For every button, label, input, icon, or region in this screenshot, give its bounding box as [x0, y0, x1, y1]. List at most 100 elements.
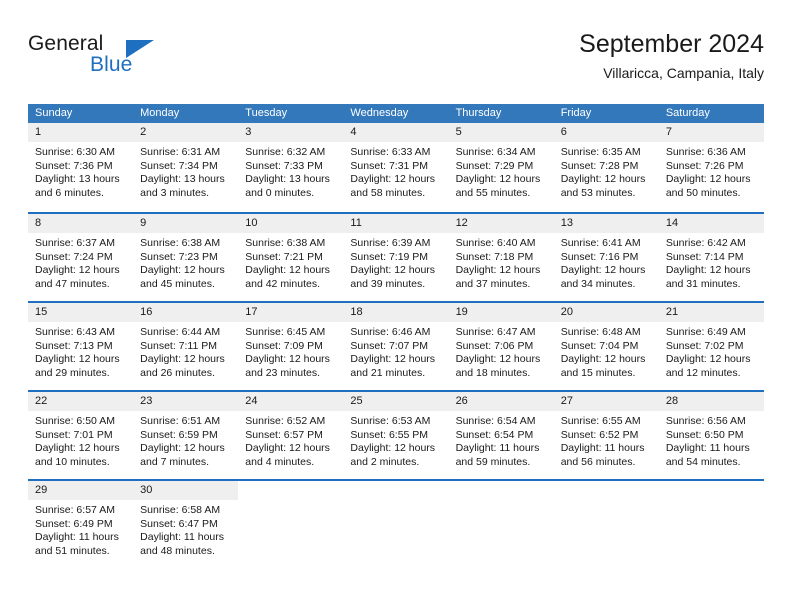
calendar-day-cell[interactable]: 27 Sunrise: 6:55 AM Sunset: 6:52 PM Dayl… [553, 392, 659, 479]
day-details: Sunrise: 6:34 AM Sunset: 7:29 PM Dayligh… [449, 142, 554, 200]
sunset-text: Sunset: 6:55 PM [350, 428, 429, 441]
calendar-day-cell[interactable]: 14 Sunrise: 6:42 AM Sunset: 7:14 PM Dayl… [658, 214, 764, 301]
day-number: 14 [665, 217, 679, 229]
daylight-text-line2: and 53 minutes. [560, 186, 636, 199]
sunrise-text: Sunrise: 6:39 AM [350, 237, 431, 249]
day-number: 21 [665, 306, 679, 318]
day-number: 10 [245, 217, 258, 229]
day-number: 3 [245, 126, 252, 138]
calendar-day-cell[interactable]: 3 Sunrise: 6:32 AM Sunset: 7:33 PM Dayli… [238, 123, 344, 212]
calendar-day-cell[interactable]: 2 Sunrise: 6:31 AM Sunset: 7:34 PM Dayli… [133, 123, 239, 212]
calendar-day-cell[interactable]: 29 Sunrise: 6:57 AM Sunset: 6:49 PM Dayl… [28, 481, 134, 568]
day-number-band: 20 [553, 303, 659, 322]
daylight-text-line2: and 39 minutes. [350, 277, 426, 290]
sunrise-text: Sunrise: 6:36 AM [665, 146, 746, 158]
day-details: Sunrise: 6:32 AM Sunset: 7:33 PM Dayligh… [238, 142, 343, 200]
calendar-day-cell[interactable]: 30 Sunrise: 6:58 AM Sunset: 6:47 PM Dayl… [133, 481, 239, 568]
calendar-day-cell[interactable]: 19 Sunrise: 6:47 AM Sunset: 7:06 PM Dayl… [448, 303, 554, 390]
sunset-text: Sunset: 7:07 PM [350, 339, 429, 352]
calendar-day-cell[interactable]: 10 Sunrise: 6:38 AM Sunset: 7:21 PM Dayl… [238, 214, 344, 301]
calendar-week-row: 22 Sunrise: 6:50 AM Sunset: 7:01 PM Dayl… [28, 390, 764, 479]
day-number: 24 [245, 395, 258, 407]
daylight-text-line2: and 7 minutes. [140, 455, 210, 468]
sunrise-text: Sunrise: 6:31 AM [140, 146, 221, 158]
calendar-day-cell[interactable]: 12 Sunrise: 6:40 AM Sunset: 7:18 PM Dayl… [448, 214, 554, 301]
calendar-day-cell[interactable]: 17 Sunrise: 6:45 AM Sunset: 7:09 PM Dayl… [238, 303, 344, 390]
day-details: Sunrise: 6:43 AM Sunset: 7:13 PM Dayligh… [28, 322, 133, 380]
weekday-header-wednesday: Wednesday [350, 107, 409, 119]
daylight-text-line1: Daylight: 13 hours [245, 173, 330, 186]
daylight-text-line2: and 2 minutes. [350, 455, 420, 468]
sunrise-text: Sunrise: 6:30 AM [35, 146, 115, 158]
calendar-day-cell[interactable]: 24 Sunrise: 6:52 AM Sunset: 6:57 PM Dayl… [238, 392, 344, 479]
daylight-text-line1: Daylight: 12 hours [665, 173, 751, 186]
calendar-day-cell[interactable]: 4 Sunrise: 6:33 AM Sunset: 7:31 PM Dayli… [343, 123, 449, 212]
calendar-week-row: 15 Sunrise: 6:43 AM Sunset: 7:13 PM Dayl… [28, 301, 764, 390]
daylight-text-line1: Daylight: 12 hours [35, 264, 120, 277]
sunset-text: Sunset: 7:31 PM [350, 159, 429, 172]
day-number: 27 [560, 395, 573, 407]
sunrise-text: Sunrise: 6:55 AM [560, 415, 641, 427]
calendar-day-cell[interactable]: 8 Sunrise: 6:37 AM Sunset: 7:24 PM Dayli… [28, 214, 134, 301]
calendar-day-cell[interactable]: 22 Sunrise: 6:50 AM Sunset: 7:01 PM Dayl… [28, 392, 134, 479]
daylight-text-line1: Daylight: 13 hours [35, 173, 120, 186]
weekday-header-tuesday: Tuesday [245, 107, 288, 119]
sunset-text: Sunset: 6:52 PM [560, 428, 639, 441]
calendar-day-cell[interactable]: 21 Sunrise: 6:49 AM Sunset: 7:02 PM Dayl… [658, 303, 764, 390]
daylight-text-line2: and 45 minutes. [140, 277, 215, 290]
day-details: Sunrise: 6:30 AM Sunset: 7:36 PM Dayligh… [28, 142, 133, 200]
sunset-text: Sunset: 7:04 PM [560, 339, 639, 352]
calendar-day-cell[interactable]: 18 Sunrise: 6:46 AM Sunset: 7:07 PM Dayl… [343, 303, 449, 390]
sunrise-text: Sunrise: 6:58 AM [140, 504, 221, 516]
daylight-text-line2: and 15 minutes. [560, 366, 636, 379]
day-number: 17 [245, 306, 258, 318]
calendar-day-cell[interactable]: 16 Sunrise: 6:44 AM Sunset: 7:11 PM Dayl… [133, 303, 239, 390]
day-number: 4 [350, 126, 357, 138]
calendar-day-cell[interactable]: 9 Sunrise: 6:38 AM Sunset: 7:23 PM Dayli… [133, 214, 239, 301]
day-details: Sunrise: 6:31 AM Sunset: 7:34 PM Dayligh… [133, 142, 238, 200]
day-number-band [449, 481, 554, 500]
day-number-band: 4 [343, 123, 449, 142]
calendar-day-cell[interactable]: 15 Sunrise: 6:43 AM Sunset: 7:13 PM Dayl… [28, 303, 134, 390]
calendar-day-cell[interactable]: 23 Sunrise: 6:51 AM Sunset: 6:59 PM Dayl… [133, 392, 239, 479]
day-number-band: 8 [28, 214, 134, 233]
calendar-day-cell[interactable]: 20 Sunrise: 6:48 AM Sunset: 7:04 PM Dayl… [553, 303, 659, 390]
daylight-text-line1: Daylight: 12 hours [560, 353, 646, 366]
sunset-text: Sunset: 7:01 PM [35, 428, 113, 441]
day-number: 15 [35, 306, 48, 318]
calendar-day-cell[interactable]: 13 Sunrise: 6:41 AM Sunset: 7:16 PM Dayl… [553, 214, 659, 301]
day-number-band: 28 [658, 392, 764, 411]
sunset-text: Sunset: 7:19 PM [350, 250, 429, 263]
calendar-day-cell[interactable]: 7 Sunrise: 6:36 AM Sunset: 7:26 PM Dayli… [658, 123, 764, 212]
day-details: Sunrise: 6:38 AM Sunset: 7:21 PM Dayligh… [238, 233, 343, 291]
day-number-band: 1 [28, 123, 134, 142]
daylight-text-line2: and 0 minutes. [245, 186, 315, 199]
sunrise-text: Sunrise: 6:46 AM [350, 326, 431, 338]
daylight-text-line2: and 56 minutes. [560, 455, 636, 468]
calendar-day-cell[interactable]: 1 Sunrise: 6:30 AM Sunset: 7:36 PM Dayli… [28, 123, 134, 212]
day-number-band: 6 [553, 123, 659, 142]
sunrise-text: Sunrise: 6:54 AM [455, 415, 536, 427]
calendar-day-cell[interactable]: 26 Sunrise: 6:54 AM Sunset: 6:54 PM Dayl… [448, 392, 554, 479]
calendar-day-cell[interactable]: 25 Sunrise: 6:53 AM Sunset: 6:55 PM Dayl… [343, 392, 449, 479]
daylight-text-line2: and 42 minutes. [245, 277, 320, 290]
day-number-band [238, 481, 343, 500]
sunset-text: Sunset: 6:50 PM [665, 428, 744, 441]
day-number-band: 5 [448, 123, 554, 142]
calendar-day-cell[interactable]: 6 Sunrise: 6:35 AM Sunset: 7:28 PM Dayli… [553, 123, 659, 212]
daylight-text-line1: Daylight: 12 hours [560, 173, 646, 186]
calendar-day-cell[interactable]: 28 Sunrise: 6:56 AM Sunset: 6:50 PM Dayl… [658, 392, 764, 479]
daylight-text-line2: and 3 minutes. [140, 186, 210, 199]
sunrise-text: Sunrise: 6:35 AM [560, 146, 641, 158]
daylight-text-line1: Daylight: 12 hours [350, 264, 436, 277]
calendar-day-cell[interactable]: 5 Sunrise: 6:34 AM Sunset: 7:29 PM Dayli… [448, 123, 554, 212]
day-details: Sunrise: 6:51 AM Sunset: 6:59 PM Dayligh… [133, 411, 238, 469]
sunrise-text: Sunrise: 6:49 AM [665, 326, 746, 338]
sunset-text: Sunset: 7:14 PM [665, 250, 744, 263]
calendar-day-cell[interactable]: 11 Sunrise: 6:39 AM Sunset: 7:19 PM Dayl… [343, 214, 449, 301]
day-details: Sunrise: 6:39 AM Sunset: 7:19 PM Dayligh… [343, 233, 448, 291]
daylight-text-line2: and 37 minutes. [455, 277, 531, 290]
sunrise-text: Sunrise: 6:51 AM [140, 415, 221, 427]
daylight-text-line1: Daylight: 12 hours [455, 173, 541, 186]
daylight-text-line2: and 18 minutes. [455, 366, 531, 379]
